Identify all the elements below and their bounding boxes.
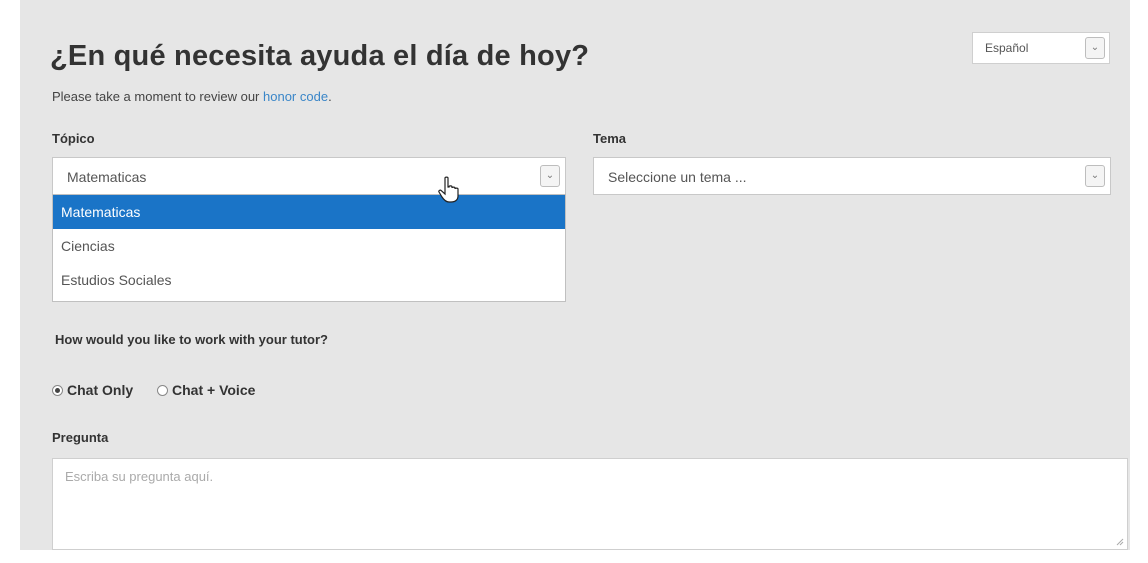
dropdown-option-estudios-sociales[interactable]: Estudios Sociales [53, 263, 565, 297]
radio-chat-voice[interactable]: Chat + Voice [157, 382, 255, 398]
radio-unselected-icon[interactable] [157, 385, 169, 396]
hand-pointer-icon [438, 176, 459, 203]
work-mode-question: How would you like to work with your tut… [55, 332, 328, 347]
honor-code-suffix: . [328, 89, 332, 104]
question-textarea[interactable]: Escriba su pregunta aquí. [52, 458, 1128, 550]
radio-selected-icon[interactable] [52, 385, 63, 396]
question-label: Pregunta [52, 430, 109, 445]
chevron-down-icon[interactable]: ⌄ [1085, 37, 1105, 59]
topic-label: Tópico [52, 131, 95, 146]
page-title: ¿En qué necesita ayuda el día de hoy? [50, 40, 590, 72]
topic-select-value: Matematicas [67, 169, 147, 185]
honor-code-link[interactable]: honor code [263, 89, 328, 104]
radio-chat-voice-label: Chat + Voice [172, 382, 256, 398]
theme-select-placeholder: Seleccione un tema ... [608, 169, 747, 185]
resize-grip-icon[interactable] [1114, 536, 1124, 546]
dropdown-option-matematicas[interactable]: Matematicas [53, 195, 565, 229]
work-mode-radio-group: Chat Only Chat + Voice [52, 382, 255, 398]
radio-chat-only-label: Chat Only [67, 382, 134, 398]
question-placeholder: Escriba su pregunta aquí. [65, 469, 214, 484]
theme-label: Tema [593, 131, 626, 146]
topic-select[interactable]: Matematicas ⌄ [52, 157, 566, 195]
theme-select[interactable]: Seleccione un tema ... ⌄ [593, 157, 1111, 195]
chevron-down-icon[interactable]: ⌄ [540, 165, 560, 187]
language-select-value: Español [985, 41, 1029, 55]
radio-chat-only[interactable]: Chat Only [52, 382, 133, 398]
honor-code-notice: Please take a moment to review our honor… [52, 89, 332, 104]
dropdown-option-ciencias[interactable]: Ciencias [53, 229, 565, 263]
topic-dropdown-list: Matematicas Ciencias Estudios Sociales [52, 194, 566, 302]
chevron-down-icon[interactable]: ⌄ [1085, 165, 1105, 187]
language-select[interactable]: Español ⌄ [972, 32, 1110, 64]
honor-code-prefix: Please take a moment to review our [52, 89, 263, 104]
